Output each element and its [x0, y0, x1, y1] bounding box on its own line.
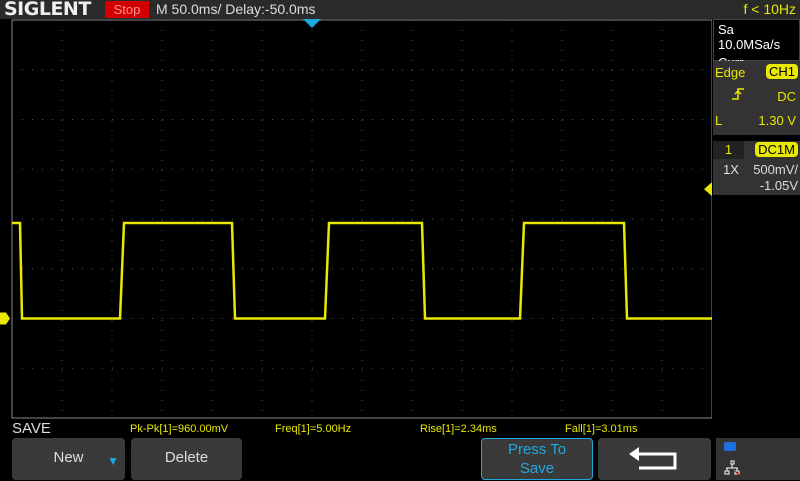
usb-icon — [724, 442, 736, 451]
channel-coupling: DC1M — [755, 142, 798, 157]
measurement-freq: Freq[1]=5.00Hz — [275, 423, 352, 435]
measurement-pkpk: Pk-Pk[1]=960.00mV — [130, 423, 229, 435]
new-button[interactable]: New ▼ — [12, 438, 125, 480]
brand-logo: SIGLENT — [4, 0, 91, 20]
trigger-level: 1.30 V — [758, 113, 796, 128]
timebase-readout: M 50.0ms/ Delay:-50.0ms — [156, 1, 316, 17]
trigger-frequency: f < 10Hz — [743, 1, 796, 17]
trigger-level-marker — [704, 182, 712, 197]
rising-edge-icon — [731, 87, 745, 104]
measurement-rise: Rise[1]=2.34ms — [420, 423, 497, 435]
back-button[interactable] — [598, 438, 711, 480]
arrow-down-icon: ▼ — [107, 454, 119, 468]
probe-ratio: 1X — [723, 162, 739, 177]
acquisition-info: Sa 10.0MSa/s Curr 7.00Mpts — [713, 19, 800, 85]
trigger-panel[interactable]: Edge CH1 DC L 1.30 V — [713, 61, 800, 135]
channel-number: 1 — [713, 141, 744, 159]
run-state-badge[interactable]: Stop — [105, 1, 149, 18]
measurement-fall: Fall[1]=3.01ms — [565, 423, 638, 435]
return-arrow-icon — [628, 447, 676, 470]
new-label: New — [53, 449, 84, 466]
vertical-offset: -1.05V — [759, 178, 798, 193]
trigger-level-label: L — [715, 113, 723, 128]
network-icon — [724, 460, 740, 476]
trigger-position-marker — [303, 19, 321, 28]
status-area — [716, 438, 800, 480]
channel1-panel[interactable]: 1 DC1M 1X 500mV/ -1.05V — [713, 141, 800, 195]
vertical-scale: 500mV/ — [753, 162, 798, 177]
trigger-source: CH1 — [765, 64, 798, 79]
save-label: Save — [519, 460, 555, 477]
top-bar: SIGLENT Stop M 50.0ms/ Delay:-50.0ms f <… — [0, 0, 800, 20]
trigger-coupling: DC — [777, 89, 796, 104]
delete-button[interactable]: Delete — [131, 438, 242, 480]
sample-rate: Sa 10.0MSa/s — [718, 22, 781, 52]
menu-title: SAVE — [12, 420, 51, 437]
ch1-ground-marker — [0, 312, 10, 325]
waveform-display[interactable] — [0, 19, 712, 419]
press-to-label: Press To — [507, 441, 567, 458]
trigger-type: Edge — [715, 65, 746, 80]
press-to-save-button[interactable]: Press To Save — [481, 438, 593, 480]
